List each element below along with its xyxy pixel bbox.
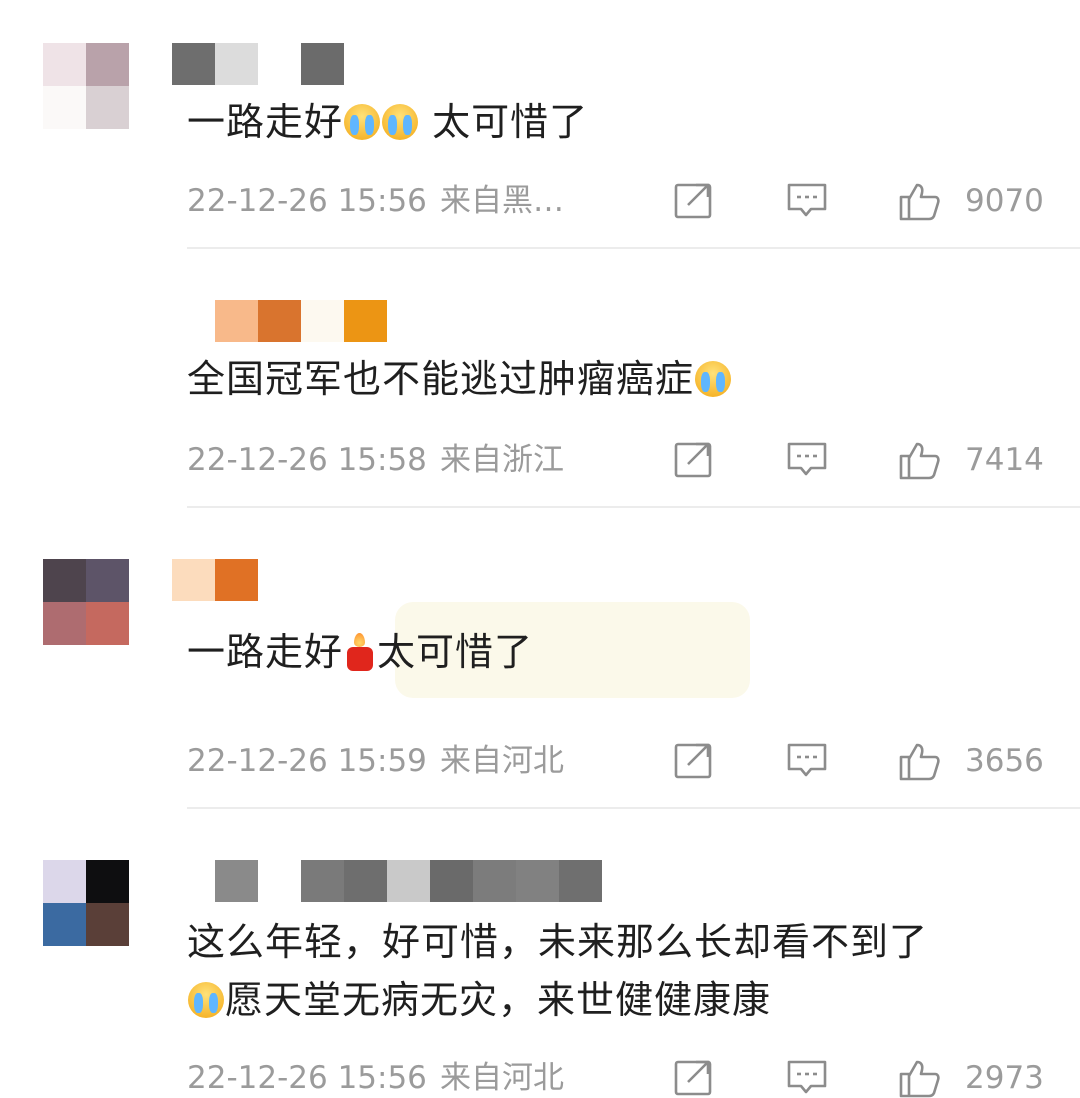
comment-meta: 22-12-26 15:56 来自黑… 9070 bbox=[187, 181, 1057, 221]
comment-text-part: 一路走好 bbox=[187, 100, 344, 144]
comment-meta: 22-12-26 15:59 来自河北 3656 bbox=[187, 741, 1057, 781]
timestamp: 22-12-26 15:59 bbox=[187, 743, 427, 779]
thumbs-up-icon[interactable] bbox=[897, 440, 941, 480]
share-icon[interactable] bbox=[672, 1058, 716, 1098]
thumbs-up-icon[interactable] bbox=[897, 1058, 941, 1098]
like-count: 9070 bbox=[965, 183, 1044, 219]
like-count: 3656 bbox=[965, 743, 1044, 779]
thumbs-up-icon[interactable] bbox=[897, 741, 941, 781]
share-icon[interactable] bbox=[672, 440, 716, 480]
share-icon[interactable] bbox=[672, 181, 716, 221]
comment-text-part: 愿天堂无病无灾，来世健健康康 bbox=[225, 978, 772, 1022]
comment-text: 一路走好 太可惜了 bbox=[187, 94, 588, 150]
comment-text-part: 一路走好 bbox=[187, 630, 344, 674]
username-mosaic[interactable] bbox=[172, 43, 347, 85]
like-count: 2973 bbox=[965, 1060, 1044, 1096]
username-mosaic[interactable] bbox=[215, 860, 602, 902]
comment-icon[interactable] bbox=[785, 741, 829, 781]
thumbs-up-icon[interactable] bbox=[897, 181, 941, 221]
divider bbox=[187, 807, 1080, 809]
comment-icon[interactable] bbox=[785, 440, 829, 480]
divider bbox=[187, 506, 1080, 508]
comment-text-line: 愿天堂无病无灾，来世健健康康 bbox=[187, 972, 771, 1028]
comment-text: 一路走好 太可惜了 bbox=[187, 624, 533, 680]
comment-icon[interactable] bbox=[785, 181, 829, 221]
comment-text-part: 太可惜了 bbox=[419, 100, 589, 144]
comment-meta: 22-12-26 15:56 来自河北 2973 bbox=[187, 1058, 1057, 1098]
location: 来自浙江 bbox=[440, 442, 564, 478]
share-icon[interactable] bbox=[672, 741, 716, 781]
timestamp: 22-12-26 15:58 bbox=[187, 442, 427, 478]
comment-text-part: 全国冠军也不能逃过肿瘤癌症 bbox=[187, 357, 695, 401]
username-mosaic[interactable] bbox=[172, 559, 258, 601]
location: 来自河北 bbox=[440, 1060, 564, 1096]
avatar[interactable] bbox=[43, 559, 129, 645]
location: 来自河北 bbox=[440, 743, 564, 779]
crying-face-emoji-icon bbox=[188, 982, 224, 1018]
comment-meta: 22-12-26 15:58 来自浙江 7414 bbox=[187, 440, 1057, 480]
avatar[interactable] bbox=[43, 43, 129, 129]
comment-text-line: 这么年轻，好可惜，未来那么长却看不到了 bbox=[187, 920, 929, 964]
like-count: 7414 bbox=[965, 442, 1044, 478]
crying-face-emoji-icon bbox=[695, 361, 732, 397]
crying-face-emoji-icon bbox=[382, 104, 419, 140]
candle-emoji-icon bbox=[345, 633, 375, 671]
comment-text-part: 太可惜了 bbox=[377, 630, 534, 674]
timestamp: 22-12-26 15:56 bbox=[187, 1060, 427, 1096]
avatar[interactable] bbox=[43, 860, 129, 946]
timestamp: 22-12-26 15:56 bbox=[187, 183, 427, 219]
crying-face-emoji-icon bbox=[344, 104, 381, 140]
comment-text: 全国冠军也不能逃过肿瘤癌症 bbox=[187, 351, 732, 407]
username-mosaic[interactable] bbox=[215, 300, 387, 342]
location: 来自黑… bbox=[440, 183, 564, 219]
comment-icon[interactable] bbox=[785, 1058, 829, 1098]
divider bbox=[187, 247, 1080, 249]
